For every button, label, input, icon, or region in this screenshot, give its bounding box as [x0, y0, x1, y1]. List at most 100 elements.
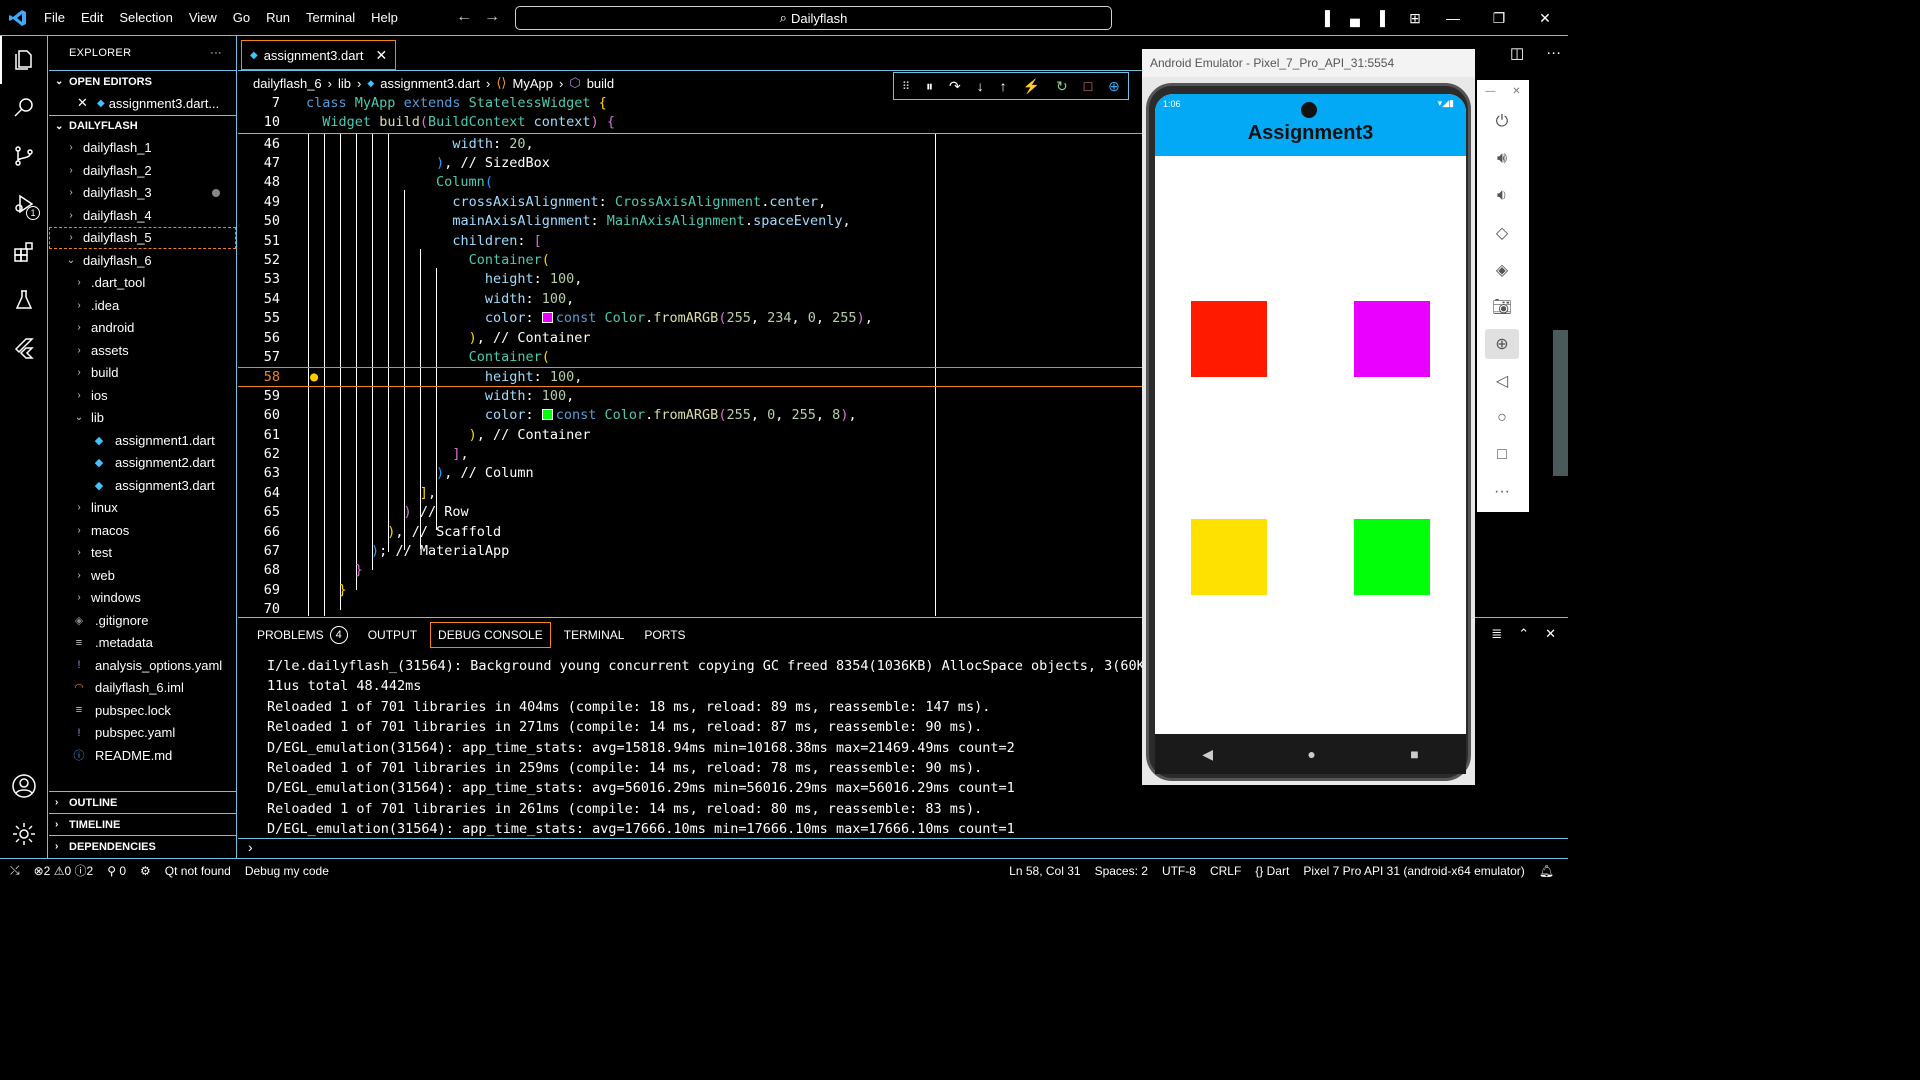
problems-status[interactable]: ⊗2 ⚠0 ⓘ2	[34, 862, 94, 879]
pause-icon[interactable]: ⏸	[926, 78, 933, 95]
back-arrow-icon[interactable]: ←	[456, 8, 484, 25]
rotate-left-icon[interactable]: ◇	[1485, 218, 1519, 248]
workspace-section[interactable]: ⌄ DAILYFLASH	[49, 114, 236, 137]
qt-status[interactable]: Qt not found	[165, 864, 231, 878]
line-ending[interactable]: CRLF	[1210, 864, 1241, 878]
menu-file[interactable]: File	[36, 0, 73, 36]
tree-item-build[interactable]: › build	[49, 362, 236, 385]
tree-item-gitignore[interactable]: ◈ .gitignore	[49, 609, 236, 632]
hot-reload-icon[interactable]: ⚡	[1023, 78, 1040, 95]
device-selector[interactable]: Pixel 7 Pro API 31 (android-x64 emulator…	[1303, 864, 1524, 878]
tree-item-dailyflash-4[interactable]: › dailyflash_4	[49, 204, 236, 227]
step-out-icon[interactable]: ↑	[1000, 78, 1007, 94]
menu-run[interactable]: Run	[258, 0, 298, 36]
tree-item-lib[interactable]: ⌄ lib	[49, 407, 236, 430]
command-center[interactable]: ⌕ Dailyflash	[515, 6, 1112, 30]
testing-icon[interactable]	[0, 276, 48, 324]
tab-problems[interactable]: PROBLEMS 4	[250, 622, 355, 648]
debug-config[interactable]: Debug my code	[245, 864, 329, 878]
volume-down-icon[interactable]: 🔉︎	[1485, 181, 1519, 211]
menu-view[interactable]: View	[181, 0, 225, 36]
close-icon[interactable]: ✕	[77, 95, 93, 111]
tab-debug-console[interactable]: DEBUG CONSOLE	[430, 622, 551, 648]
dependencies-section[interactable]: › DEPENDENCIES	[49, 835, 237, 857]
split-editor-icon[interactable]: ◫	[1510, 44, 1524, 62]
restore-button[interactable]: ❐	[1476, 10, 1522, 27]
lightbulb-icon[interactable]: ●	[310, 368, 318, 387]
tree-item-windows[interactable]: › windows	[49, 587, 236, 610]
console-input[interactable]: ›	[238, 838, 1568, 858]
breadcrumb-method[interactable]: build	[587, 76, 614, 91]
breadcrumb-file[interactable]: assignment3.dart	[380, 76, 480, 91]
close-icon[interactable]: ✕	[375, 47, 387, 64]
back-icon[interactable]: ◀	[1202, 746, 1213, 763]
tree-item-dailyflash-1[interactable]: › dailyflash_1	[49, 137, 236, 160]
power-icon[interactable]: ⏻	[1485, 107, 1519, 137]
remote-icon[interactable]: ⤯	[10, 863, 20, 878]
tree-item-analysis-options-yaml[interactable]: ! analysis_options.yaml	[49, 654, 236, 677]
tree-item-ios[interactable]: › ios	[49, 384, 236, 407]
source-control-icon[interactable]	[0, 132, 48, 180]
close-panel-icon[interactable]: ✕	[1545, 626, 1556, 642]
code-editor[interactable]: 7 class MyApp extends StatelessWidget { 1…	[238, 94, 1142, 616]
more-actions-icon[interactable]: ···	[210, 47, 222, 59]
maximize-panel-icon[interactable]: ⌃	[1518, 626, 1529, 642]
tree-item-dailyflash-6-iml[interactable]: ◠ dailyflash_6.iml	[49, 677, 236, 700]
minimize-icon[interactable]: —	[1485, 86, 1495, 97]
menu-help[interactable]: Help	[363, 0, 406, 36]
tab-assignment3[interactable]: ◆ assignment3.dart ✕	[241, 40, 397, 70]
ports-status[interactable]: ⚲ 0	[107, 864, 126, 878]
scrollbar-thumb[interactable]	[1553, 330, 1568, 476]
back-icon[interactable]: ◁	[1485, 366, 1519, 396]
outline-section[interactable]: › OUTLINE	[49, 791, 237, 813]
cursor-position[interactable]: Ln 58, Col 31	[1009, 864, 1080, 878]
rotate-right-icon[interactable]: ◈	[1485, 255, 1519, 285]
tab-ports[interactable]: PORTS	[637, 622, 692, 648]
tree-item-pubspec-lock[interactable]: ≡ pubspec.lock	[49, 699, 236, 722]
open-editor-item[interactable]: ✕ ◆ assignment3.dart...	[49, 92, 236, 115]
accounts-icon[interactable]	[0, 762, 48, 810]
menu-selection[interactable]: Selection	[111, 0, 180, 36]
forward-arrow-icon[interactable]: →	[484, 8, 512, 25]
indentation[interactable]: Spaces: 2	[1095, 864, 1148, 878]
phone-screen[interactable]: 1:06 ▾◢▮ Assignment3	[1155, 94, 1466, 734]
tree-item-web[interactable]: › web	[49, 564, 236, 587]
tree-item-assets[interactable]: › assets	[49, 339, 236, 362]
explorer-icon[interactable]	[0, 36, 48, 84]
tree-item-dailyflash-2[interactable]: › dailyflash_2	[49, 159, 236, 182]
flutter-icon[interactable]	[0, 324, 48, 372]
menu-go[interactable]: Go	[225, 0, 258, 36]
gear-icon[interactable]	[0, 810, 48, 858]
camera-icon[interactable]: 📷︎	[1485, 292, 1519, 322]
drag-handle-icon[interactable]: ⠿	[902, 80, 910, 93]
menu-edit[interactable]: Edit	[73, 0, 111, 36]
tree-item-dailyflash-5[interactable]: › dailyflash_5	[49, 226, 236, 249]
home-icon[interactable]: ●	[1307, 746, 1315, 762]
clear-console-icon[interactable]: ≣	[1491, 626, 1502, 642]
home-icon[interactable]: ○	[1485, 403, 1519, 433]
tree-item-dailyflash-3[interactable]: › dailyflash_3	[49, 182, 236, 205]
language-mode[interactable]: {} Dart	[1255, 864, 1289, 878]
tree-item-assignment3-dart[interactable]: ◆ assignment3.dart	[49, 474, 236, 497]
minimize-button[interactable]: —	[1430, 10, 1476, 26]
color-swatch-magenta[interactable]	[541, 312, 553, 324]
tree-item-readme-md[interactable]: ⓘ README.md	[49, 744, 236, 767]
breadcrumb-lib[interactable]: lib	[338, 76, 351, 91]
overview-icon[interactable]: □	[1485, 440, 1519, 470]
tab-terminal[interactable]: TERMINAL	[557, 622, 632, 648]
close-icon[interactable]: ✕	[1512, 86, 1520, 97]
recents-icon[interactable]: ■	[1410, 746, 1418, 762]
tree-item-pubspec-yaml[interactable]: ! pubspec.yaml	[49, 722, 236, 745]
debug-run-icon[interactable]: ⚙	[140, 864, 151, 878]
tree-item-assignment2-dart[interactable]: ◆ assignment2.dart	[49, 452, 236, 475]
breadcrumb-folder[interactable]: dailyflash_6	[253, 76, 322, 91]
tree-item-dailyflash-6[interactable]: ⌄ dailyflash_6	[49, 249, 236, 272]
tree-item-dart-tool[interactable]: › .dart_tool	[49, 272, 236, 295]
stop-icon[interactable]: □	[1084, 78, 1092, 94]
tree-item-android[interactable]: › android	[49, 317, 236, 340]
encoding[interactable]: UTF-8	[1162, 864, 1196, 878]
customize-layout-icon[interactable]: ⊞	[1400, 10, 1430, 27]
tree-item-test[interactable]: › test	[49, 542, 236, 565]
volume-up-icon[interactable]: 🔊︎	[1485, 144, 1519, 174]
search-icon[interactable]	[0, 84, 48, 132]
